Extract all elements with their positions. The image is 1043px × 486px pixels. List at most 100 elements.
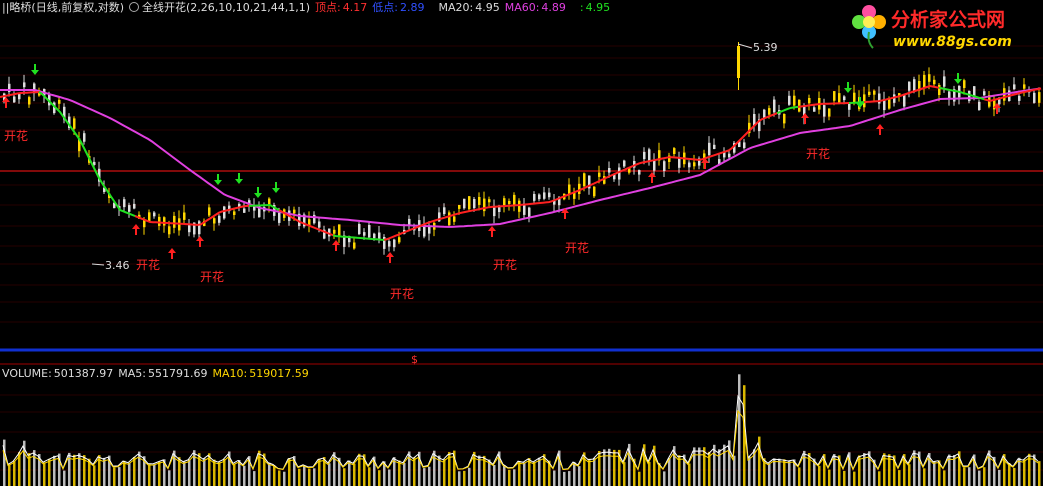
volume-bar — [648, 461, 651, 486]
buy-arrow — [876, 124, 884, 135]
volume-bar — [223, 459, 226, 486]
volume-bar — [188, 459, 191, 486]
stock-label[interactable]: ||略桥(日线,前复权,对数) — [2, 1, 124, 14]
volume-bar — [33, 450, 36, 486]
volume-bar — [233, 463, 236, 486]
volume-bar — [998, 469, 1001, 486]
candle-body — [393, 239, 396, 248]
candle-body — [448, 212, 451, 226]
volume-bar — [103, 457, 106, 486]
volume-bar — [273, 465, 276, 486]
divider-marker[interactable]: $ — [411, 353, 418, 366]
candle-body — [163, 217, 166, 226]
candle-body — [58, 99, 61, 104]
site-logo: 分析家公式网 www.88gs.com — [852, 5, 1012, 50]
indicator-label[interactable]: 全线开花(2,26,10,10,21,44,1,1) — [142, 1, 310, 14]
logo-title: 分析家公式网 — [891, 8, 1005, 31]
ma20-label: MA20: — [438, 1, 474, 14]
chart-window: 开花 开花 开花 开花 开花 开花 开花 5.39 3.46 $ ||略桥(日线,前复权,对… — [0, 0, 1043, 486]
signal-label: 开花 — [200, 269, 224, 284]
candle-body — [168, 226, 171, 235]
ma60-value: 4.89 — [541, 1, 566, 14]
sell-arrow — [254, 187, 262, 198]
ma10-label: MA10: — [212, 367, 248, 380]
volume-bar — [983, 467, 986, 486]
candle-body — [548, 192, 551, 198]
volume-bar — [638, 471, 641, 486]
candle-body — [708, 142, 711, 156]
volume-bar — [398, 460, 401, 486]
volume-bar — [368, 467, 371, 486]
ma60-label: MA60: — [504, 1, 540, 14]
volume-bar — [913, 450, 916, 486]
candle-body — [868, 91, 871, 95]
candle-body — [688, 162, 691, 168]
high-annotation: 5.39 — [737, 41, 778, 54]
candle-body — [808, 98, 811, 104]
volume-bar — [963, 467, 966, 486]
volume-bar — [778, 458, 781, 486]
volume-bar — [428, 466, 431, 486]
candle-body — [123, 199, 126, 208]
volume-bar — [118, 467, 121, 486]
signal-label: 开花 — [806, 146, 830, 161]
candle-body — [983, 91, 986, 96]
candle-body — [788, 95, 791, 105]
volume-bar — [343, 468, 346, 486]
candle-body — [498, 207, 501, 212]
candle-body — [453, 216, 456, 222]
volume-bar — [803, 450, 806, 486]
candle-body — [463, 198, 466, 209]
volume-bar — [923, 468, 926, 486]
volume-bar — [133, 457, 136, 486]
volume-bar — [693, 447, 696, 486]
ma10-value: 519017.59 — [249, 367, 309, 380]
volume-bar — [433, 450, 436, 486]
candle-body — [903, 94, 906, 107]
candle-body — [928, 74, 931, 82]
candle-body — [638, 170, 641, 175]
top-value: 4.17 — [342, 1, 368, 14]
volume-bar — [723, 444, 726, 486]
circle-icon[interactable] — [129, 2, 139, 12]
candle-body — [538, 194, 541, 200]
candle-body — [173, 215, 176, 228]
volume-bar — [468, 467, 471, 486]
top-label: 顶点: — [315, 1, 341, 14]
volume-bar — [148, 464, 151, 486]
candle-body — [13, 96, 16, 103]
volume-bar — [388, 469, 391, 486]
signal-label: 开花 — [390, 286, 414, 301]
volume-bar — [933, 461, 936, 486]
volume-bar — [748, 456, 751, 486]
volume-bar — [328, 463, 331, 486]
volume-bar — [853, 471, 856, 486]
candle-body — [908, 81, 911, 91]
signal-label: 开花 — [4, 128, 28, 143]
candle-body — [843, 96, 846, 101]
sell-arrow — [844, 82, 852, 93]
candle-body — [278, 212, 281, 223]
volume-bar — [348, 460, 351, 486]
price-chart[interactable]: 开花开花开花开花开花开花开花 5.39 3.46 $ — [0, 0, 1043, 486]
candle-body — [873, 90, 876, 95]
candle-body — [643, 151, 646, 160]
volume-bar — [193, 450, 196, 486]
buy-arrow — [488, 226, 496, 237]
volume-bar — [773, 458, 776, 486]
ma-short-segment — [0, 90, 43, 98]
candle-body — [923, 74, 926, 88]
volume-bar — [303, 465, 306, 486]
candle-body — [223, 206, 226, 219]
candle-body — [518, 200, 521, 212]
volume-bar — [53, 455, 56, 486]
candle-body — [938, 84, 941, 95]
candle-body — [598, 172, 601, 177]
volume-bar — [458, 471, 461, 486]
candle-body — [233, 211, 236, 215]
candle-body — [933, 79, 936, 85]
volume-bar — [738, 374, 741, 486]
volume-bar — [253, 471, 256, 486]
buy-arrow — [168, 248, 176, 259]
candle-body — [358, 224, 361, 235]
